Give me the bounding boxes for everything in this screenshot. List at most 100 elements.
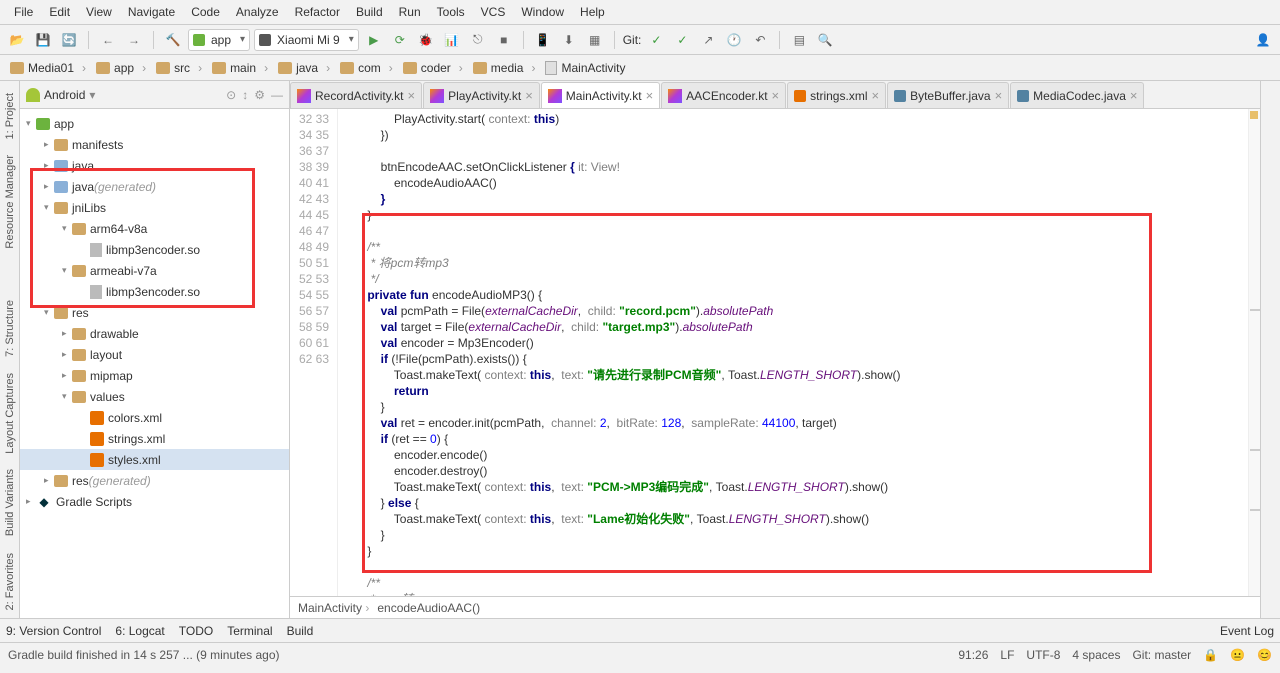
tab-RecordActivity.kt[interactable]: RecordActivity.kt× (290, 82, 422, 108)
crumb-com[interactable]: com (336, 59, 397, 77)
close-icon[interactable]: × (1130, 88, 1138, 103)
structure-icon[interactable]: ▤ (788, 29, 810, 51)
tool-Build[interactable]: Build (287, 624, 314, 638)
project-tree[interactable]: ▾app▸manifests▸java▸java (generated)▾jni… (20, 109, 289, 618)
close-icon[interactable]: × (871, 88, 879, 103)
tree-item-jniLibs[interactable]: ▾jniLibs (20, 197, 289, 218)
memory-icon[interactable]: 😐 (1230, 648, 1245, 662)
favorites-tool[interactable]: 2: Favorites (4, 553, 16, 610)
tree-item-styles.xml[interactable]: styles.xml (20, 449, 289, 470)
tree-item-res[interactable]: ▸res (generated) (20, 470, 289, 491)
search-icon[interactable]: 🔍 (814, 29, 836, 51)
editor-crumb-encodeAudioAAC()[interactable]: encodeAudioAAC() (377, 601, 480, 615)
menu-help[interactable]: Help (572, 2, 613, 22)
indent[interactable]: 4 spaces (1072, 648, 1120, 662)
resource-manager-tool[interactable]: Resource Manager (4, 155, 16, 249)
event-log[interactable]: Event Log (1220, 624, 1274, 638)
crumb-Media01[interactable]: Media01 (6, 59, 90, 77)
structure-tool[interactable]: 7: Structure (4, 300, 16, 357)
vcs-push-icon[interactable]: ↗ (697, 29, 719, 51)
tree-item-colors.xml[interactable]: colors.xml (20, 407, 289, 428)
tab-PlayActivity.kt[interactable]: PlayActivity.kt× (423, 82, 540, 108)
sidebar-mode[interactable]: Android (44, 88, 85, 102)
tree-item-app[interactable]: ▾app (20, 113, 289, 134)
tree-item-values[interactable]: ▾values (20, 386, 289, 407)
crumb-coder[interactable]: coder (399, 59, 467, 77)
build-variants-tool[interactable]: Build Variants (4, 469, 16, 536)
crumb-MainActivity[interactable]: MainActivity (541, 59, 637, 77)
tab-MediaCodec.java[interactable]: MediaCodec.java× (1010, 82, 1144, 108)
crumb-src[interactable]: src (152, 59, 206, 77)
git-branch[interactable]: Git: master (1132, 648, 1191, 662)
menu-vcs[interactable]: VCS (473, 2, 514, 22)
menu-edit[interactable]: Edit (41, 2, 78, 22)
line-ending[interactable]: LF (1000, 648, 1014, 662)
menu-file[interactable]: File (6, 2, 41, 22)
hammer-icon[interactable]: 🔨 (162, 29, 184, 51)
close-icon[interactable]: × (995, 88, 1003, 103)
editor-crumb-MainActivity[interactable]: MainActivity (298, 601, 369, 615)
tree-item-Gradle Scripts[interactable]: ▸◆Gradle Scripts (20, 491, 289, 512)
apply-changes-icon[interactable]: ⟳ (389, 29, 411, 51)
sync-icon[interactable]: 🔄 (58, 29, 80, 51)
locate-icon[interactable]: ⊙ (226, 88, 236, 102)
tree-item-java[interactable]: ▸java (20, 155, 289, 176)
tool-6Logcat[interactable]: 6: Logcat (115, 624, 164, 638)
tree-item-manifests[interactable]: ▸manifests (20, 134, 289, 155)
menu-build[interactable]: Build (348, 2, 391, 22)
expand-icon[interactable]: ↕ (242, 88, 248, 102)
open-icon[interactable]: 📂 (6, 29, 28, 51)
user-icon[interactable]: 👤 (1252, 29, 1274, 51)
caret-position[interactable]: 91:26 (958, 648, 988, 662)
menu-tools[interactable]: Tools (429, 2, 473, 22)
menu-analyze[interactable]: Analyze (228, 2, 287, 22)
menu-run[interactable]: Run (391, 2, 429, 22)
run-config-select[interactable]: app (188, 29, 250, 51)
run-icon[interactable]: ▶ (363, 29, 385, 51)
settings-icon[interactable]: ⚙ (254, 88, 265, 102)
save-icon[interactable]: 💾 (32, 29, 54, 51)
forward-icon[interactable]: → (123, 29, 145, 51)
code-editor[interactable]: PlayActivity.start( context: this) }) bt… (338, 109, 1248, 596)
vcs-update-icon[interactable]: ✓ (645, 29, 667, 51)
attach-icon[interactable]: ⎋ (467, 29, 489, 51)
menu-refactor[interactable]: Refactor (287, 2, 348, 22)
menu-window[interactable]: Window (513, 2, 572, 22)
sdk-icon[interactable]: ⬇ (558, 29, 580, 51)
back-icon[interactable]: ← (97, 29, 119, 51)
tab-MainActivity.kt[interactable]: MainActivity.kt× (541, 82, 660, 108)
tree-item-mipmap[interactable]: ▸mipmap (20, 365, 289, 386)
lock-icon[interactable]: 🔒 (1203, 648, 1218, 662)
tree-item-res[interactable]: ▾res (20, 302, 289, 323)
menu-view[interactable]: View (78, 2, 120, 22)
tree-item-arm64-v8a[interactable]: ▾arm64-v8a (20, 218, 289, 239)
close-icon[interactable]: × (407, 88, 415, 103)
history-icon[interactable]: 🕐 (723, 29, 745, 51)
layout-icon[interactable]: ▦ (584, 29, 606, 51)
tab-strings.xml[interactable]: strings.xml× (787, 82, 886, 108)
tree-item-drawable[interactable]: ▸drawable (20, 323, 289, 344)
debug-icon[interactable]: 🐞 (415, 29, 437, 51)
tab-ByteBuffer.java[interactable]: ByteBuffer.java× (887, 82, 1009, 108)
tool-Terminal[interactable]: Terminal (227, 624, 272, 638)
rollback-icon[interactable]: ↶ (749, 29, 771, 51)
tool-9VersionControl[interactable]: 9: Version Control (6, 624, 101, 638)
encoding[interactable]: UTF-8 (1026, 648, 1060, 662)
profile-icon[interactable]: 📊 (441, 29, 463, 51)
project-tool[interactable]: 1: Project (4, 93, 16, 139)
tool-TODO[interactable]: TODO (179, 624, 213, 638)
crumb-java[interactable]: java (274, 59, 334, 77)
vcs-commit-icon[interactable]: ✓ (671, 29, 693, 51)
crumb-app[interactable]: app (92, 59, 150, 77)
tree-item-libmp3encoder.so[interactable]: libmp3encoder.so (20, 281, 289, 302)
crumb-main[interactable]: main (208, 59, 272, 77)
tree-item-armeabi-v7a[interactable]: ▾armeabi-v7a (20, 260, 289, 281)
avd-icon[interactable]: 📱 (532, 29, 554, 51)
tree-item-libmp3encoder.so[interactable]: libmp3encoder.so (20, 239, 289, 260)
tree-item-java[interactable]: ▸java (generated) (20, 176, 289, 197)
notify-icon[interactable]: 😊 (1257, 648, 1272, 662)
menu-navigate[interactable]: Navigate (120, 2, 183, 22)
close-icon[interactable]: × (646, 88, 654, 103)
tree-item-strings.xml[interactable]: strings.xml (20, 428, 289, 449)
close-icon[interactable]: × (772, 88, 780, 103)
